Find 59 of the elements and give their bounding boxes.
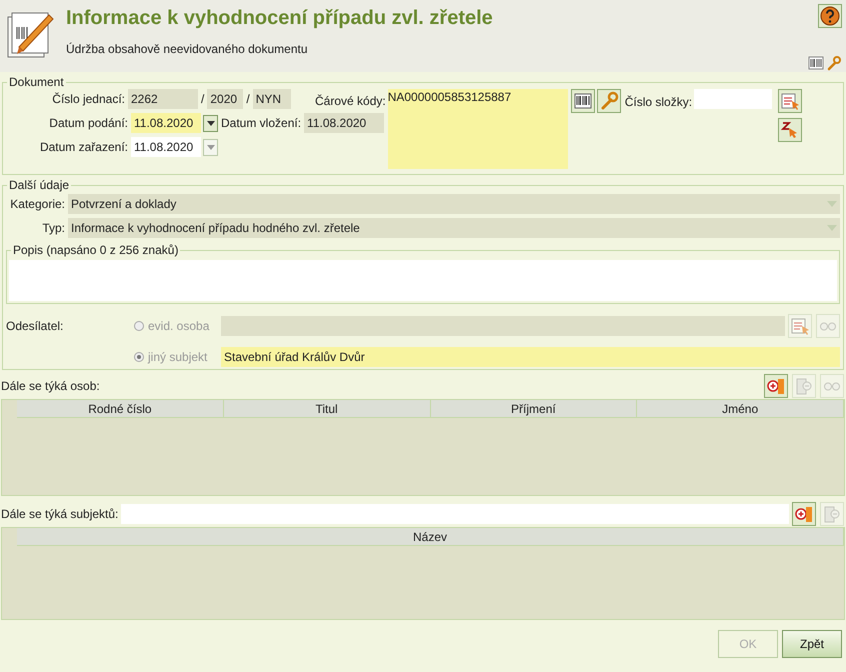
column-header: Jméno [637, 400, 844, 418]
caret-icon [206, 120, 214, 126]
add-person-icon [766, 376, 786, 396]
dropdown-field[interactable]: Informace k vyhodnocení případu hodného zvl. zřetele [68, 218, 840, 238]
suffix-field: NYN [252, 89, 291, 109]
list-cursor-icon [780, 91, 800, 111]
page-title: Informace k vyhodnocení případu zvl. zřetele [66, 6, 493, 31]
column-header: Příjmení [430, 400, 638, 418]
add-button[interactable] [764, 374, 788, 398]
barcode-icon [808, 55, 824, 71]
date-dropdown-button[interactable] [203, 114, 218, 132]
field-label: Číslo jednací: [51, 91, 126, 108]
column-header: Název [17, 528, 844, 546]
year-field: 2020 [207, 89, 244, 109]
barcode-icon [572, 91, 593, 111]
field-label: Číslo složky: [624, 94, 694, 111]
column-header: Titul [224, 400, 430, 418]
separator-text: / [245, 91, 251, 108]
subject-field[interactable] [121, 504, 789, 524]
field-label: Typ: [41, 220, 66, 237]
glasses-icon [819, 322, 837, 330]
column-header: Rodné číslo [17, 400, 224, 418]
separator-text: / [200, 91, 206, 108]
help-button[interactable] [818, 4, 842, 28]
sender-field: Stavební úřad Králův Dvůr [221, 347, 840, 367]
add-person-icon [794, 504, 814, 524]
fieldset-legend: Popis (napsáno 0 z 256 znaků) [11, 243, 180, 257]
field-label: Odesílatel: [6, 318, 64, 335]
barcode-button[interactable] [570, 89, 595, 113]
fieldset-legend: Další údaje [7, 178, 72, 192]
date-field: 11.08.2020 [304, 113, 384, 133]
field-label: Datum vložení: [220, 115, 302, 132]
field-label: Datum zařazení: [38, 139, 129, 156]
folder-number-field[interactable] [694, 89, 772, 109]
list-cursor-icon [790, 316, 810, 336]
glasses-icon [823, 382, 841, 390]
date-field: 11.08.2020 [131, 137, 201, 157]
remove-person-icon [822, 504, 842, 524]
dropdown-field[interactable]: Potvrzení a doklady [68, 194, 840, 214]
fieldset-legend: Dokument [7, 75, 66, 89]
barcodes-field: NA0000005853125887 [388, 89, 568, 169]
number-field: 2262 [128, 89, 198, 109]
caret-icon [827, 201, 837, 207]
help-icon [820, 6, 840, 26]
field-label: Čárové kódy: [315, 93, 386, 110]
description-field[interactable] [9, 260, 837, 301]
section-label: Dále se týká subjektů: [0, 506, 120, 523]
add-button[interactable] [792, 502, 816, 526]
date-field: 11.08.2020 [131, 113, 201, 133]
field-label: Datum podání: [48, 115, 129, 132]
dialog-button[interactable]: Zpět [782, 630, 842, 658]
field-label: Kategorie: [9, 196, 66, 213]
remove-person-icon [794, 376, 814, 396]
caret-icon [827, 225, 837, 231]
page-subtitle: Údržba obsahově neevidovaného dokumentu [66, 41, 309, 58]
zpick-button[interactable] [778, 118, 802, 142]
pick-button[interactable] [778, 89, 802, 113]
caret-icon [206, 144, 214, 150]
section-label: Dále se týká osob: [0, 378, 100, 395]
